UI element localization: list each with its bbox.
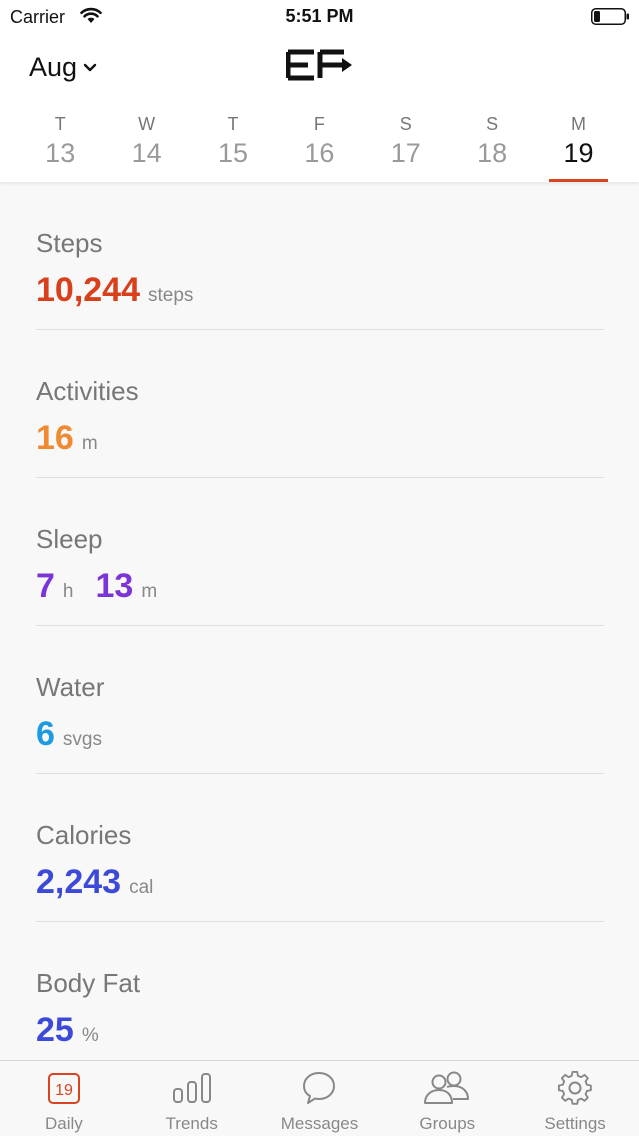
- activities-value: 16: [36, 419, 74, 457]
- week-day-selector: T 13 W 14 T 15 F 16 S 17 S 18 M 19: [17, 112, 622, 182]
- sleep-minutes-value: 13: [95, 567, 134, 605]
- tab-trends-label: Trends: [165, 1114, 218, 1133]
- status-time: 5:51 PM: [285, 6, 354, 26]
- bar-chart-icon: [172, 1073, 211, 1103]
- metrics-list: Steps 10,244 steps Activities 16 m Sleep…: [36, 182, 604, 1070]
- tab-settings-label: Settings: [544, 1114, 606, 1133]
- body-fat-unit: %: [81, 1025, 99, 1046]
- date-header: Aug T 13 W 14 T 15 F 16 S 17 S 18 M 19: [0, 34, 639, 182]
- sleep-card[interactable]: Sleep 7 h 13 m: [36, 478, 604, 626]
- tab-messages[interactable]: Messages: [256, 1061, 384, 1136]
- tab-daily[interactable]: 19 Daily: [0, 1061, 128, 1136]
- calendar-badge: 19: [55, 1082, 73, 1099]
- day-letter: T: [54, 114, 66, 134]
- calories-unit: cal: [129, 877, 154, 898]
- water-unit: svgs: [62, 729, 102, 750]
- day-number: 18: [477, 138, 508, 168]
- app-logo: [286, 49, 352, 81]
- gear-icon: [558, 1070, 592, 1105]
- sleep-hours-value: 7: [36, 567, 55, 605]
- steps-card[interactable]: Steps 10,244 steps: [36, 182, 604, 330]
- calories-title: Calories: [36, 820, 132, 850]
- day-letter: F: [313, 114, 325, 134]
- day-17[interactable]: S 17: [363, 112, 449, 182]
- body-fat-card[interactable]: Body Fat 25 %: [36, 922, 604, 1070]
- body-fat-title: Body Fat: [36, 968, 141, 998]
- sleep-minutes-unit: m: [141, 581, 158, 602]
- day-13[interactable]: T 13: [17, 112, 103, 182]
- steps-unit: steps: [148, 285, 194, 306]
- status-bar: Carrier 5:51 PM: [0, 0, 639, 34]
- tab-groups-label: Groups: [419, 1114, 476, 1133]
- activities-card[interactable]: Activities 16 m: [36, 330, 604, 478]
- sleep-title: Sleep: [36, 524, 103, 554]
- group-people-icon: [424, 1071, 470, 1104]
- steps-value: 10,244: [36, 271, 140, 309]
- day-number: 16: [304, 138, 335, 168]
- tab-groups[interactable]: Groups: [383, 1061, 511, 1136]
- month-label: Aug: [29, 52, 78, 82]
- day-number: 13: [45, 138, 76, 168]
- day-14[interactable]: W 14: [103, 112, 189, 182]
- tab-messages-label: Messages: [280, 1114, 359, 1133]
- water-card[interactable]: Water 6 svgs: [36, 626, 604, 774]
- day-letter: T: [227, 114, 239, 134]
- sleep-hours-unit: h: [62, 581, 74, 602]
- day-letter: M: [571, 114, 587, 134]
- tab-trends[interactable]: Trends: [128, 1061, 256, 1136]
- day-letter: W: [138, 114, 156, 134]
- day-18[interactable]: S 18: [449, 112, 535, 182]
- day-15[interactable]: T 15: [190, 112, 276, 182]
- day-number: 14: [131, 138, 162, 168]
- chevron-down-icon: [83, 63, 97, 71]
- chat-bubble-icon: [303, 1072, 336, 1104]
- calendar-icon: 19: [47, 1073, 80, 1104]
- day-number: 19: [563, 138, 594, 168]
- month-selector[interactable]: Aug: [29, 52, 97, 83]
- day-16[interactable]: F 16: [276, 112, 362, 182]
- calories-card[interactable]: Calories 2,243 cal: [36, 774, 604, 922]
- activities-unit: m: [81, 433, 98, 454]
- day-19-selected[interactable]: M 19: [535, 112, 621, 182]
- battery-icon: [591, 8, 629, 25]
- day-number: 15: [217, 138, 248, 168]
- day-letter: S: [486, 114, 499, 134]
- water-title: Water: [36, 672, 105, 702]
- tab-bar: 19 Daily Trends Messages Groups Settings: [0, 1060, 639, 1136]
- calories-value: 2,243: [36, 863, 122, 901]
- steps-title: Steps: [36, 228, 103, 258]
- day-letter: S: [399, 114, 412, 134]
- tab-settings[interactable]: Settings: [511, 1061, 639, 1136]
- water-value: 6: [36, 715, 55, 753]
- body-fat-value: 25: [36, 1011, 74, 1049]
- day-number: 17: [390, 138, 421, 168]
- activities-title: Activities: [36, 376, 139, 406]
- tab-daily-label: Daily: [45, 1114, 83, 1133]
